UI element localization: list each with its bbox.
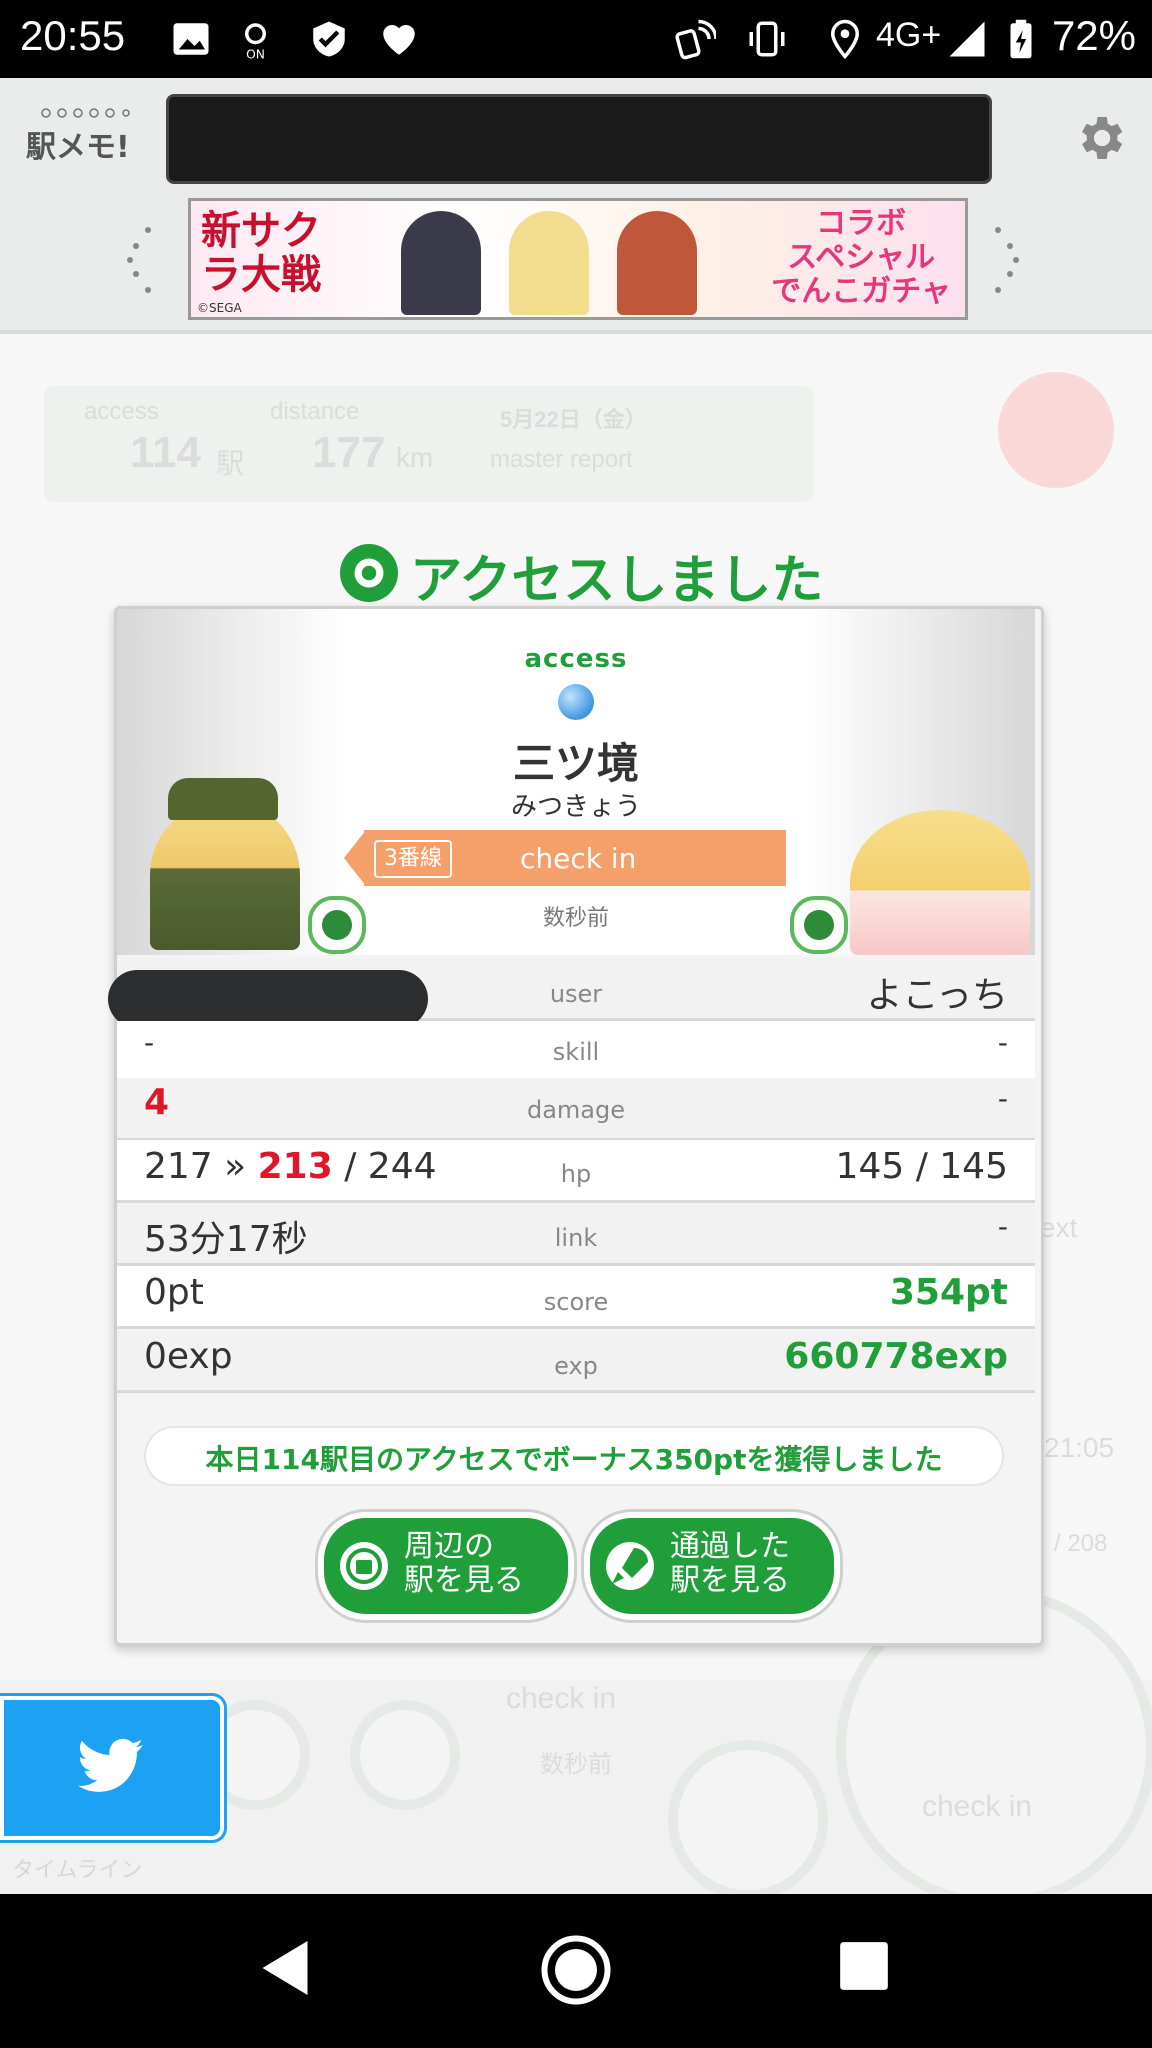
checkin-bar-arrow xyxy=(344,830,366,886)
bg-ago: 数秒前 xyxy=(540,1751,612,1778)
shield-check-icon xyxy=(313,21,345,57)
bonus-message: 本日114駅目のアクセスでボーナス350ptを獲得しました xyxy=(146,1428,1002,1484)
image-icon xyxy=(173,23,209,55)
bg-access-unit: 駅 xyxy=(216,448,245,479)
battery-percent: 72% xyxy=(1051,12,1136,59)
twitter-share-button[interactable] xyxy=(0,1696,224,1840)
row-damage-right: - xyxy=(997,1082,1008,1115)
status-time: 20:55 xyxy=(20,12,126,59)
row-skill-right: - xyxy=(997,1026,1008,1059)
bg-circle-2 xyxy=(350,1700,460,1810)
checkin-label: check in xyxy=(520,842,637,875)
bg-date: 5月22日（金） xyxy=(500,407,647,432)
recents-icon[interactable] xyxy=(838,1940,890,1992)
heart-icon xyxy=(383,24,415,55)
twitter-bird-icon xyxy=(78,1738,143,1792)
app-logo[interactable]: 駅メモ! xyxy=(26,122,130,166)
back-icon[interactable] xyxy=(258,1938,312,1998)
nearby-label: 周辺の 駅を見る xyxy=(404,1529,524,1598)
station-name: 三ツ境 xyxy=(512,739,639,788)
nfc-icon xyxy=(675,19,716,60)
system-nav-bar xyxy=(0,1894,1152,2048)
page-title: アクセスしました xyxy=(410,551,824,611)
banner-character-3 xyxy=(617,211,697,315)
nearby-icon xyxy=(340,1542,388,1590)
bg-access-value: 114 xyxy=(130,428,201,477)
bg-stats-panel: access 114 駅 distance 177 km 5月22日（金） ma… xyxy=(44,386,814,502)
location-pin-icon xyxy=(830,19,860,60)
line-tag: 3番線 xyxy=(374,840,452,878)
access-icon xyxy=(340,544,398,602)
location-on-icon: ON xyxy=(245,23,266,60)
banner-character-2 xyxy=(509,211,589,315)
row-link-right: - xyxy=(997,1210,1008,1243)
network-type: 4G+ xyxy=(876,16,942,54)
signal-icon xyxy=(949,21,985,57)
promo-banner[interactable]: 新サクラ大戦 コラボ スペシャル でんこガチャ ©SEGA xyxy=(188,198,968,320)
row-skill-label: skill xyxy=(552,1038,600,1066)
row-score-right: 354pt xyxy=(889,1272,1008,1313)
bg-circle-3 xyxy=(668,1740,828,1900)
banner-title: 新サクラ大戦 xyxy=(201,208,321,298)
row-exp-right: 660778exp xyxy=(784,1336,1008,1377)
banner-next-icon[interactable] xyxy=(988,220,1028,300)
rocket-icon xyxy=(606,1542,654,1590)
bg-distance-value: 177 xyxy=(312,428,386,477)
bg-count: / 208 xyxy=(1054,1530,1108,1557)
station-attribute-icon xyxy=(558,684,594,720)
logo-dots-icon xyxy=(41,108,130,118)
bg-distance-unit: km xyxy=(396,442,434,473)
banner-prev-icon[interactable] xyxy=(118,220,158,300)
bonus-text: 本日114駅目のアクセスでボーナス350ptを獲得しました xyxy=(205,1443,943,1476)
access-label: access xyxy=(524,644,628,674)
notification-bell-icon xyxy=(998,372,1114,488)
bg-checkin-bottom: check in xyxy=(922,1790,1033,1823)
bg-access-label: access xyxy=(84,398,159,425)
news-ticker[interactable] xyxy=(166,94,992,184)
banner-character-1 xyxy=(401,211,481,315)
station-kana: みつきょう xyxy=(510,792,641,822)
row-user-right: よこっち xyxy=(866,975,1008,1016)
bg-report: master report xyxy=(490,446,633,473)
status-bar: 20:55 ON 4G+ 72% xyxy=(0,0,1152,78)
bg-time: 21:05 xyxy=(1044,1432,1115,1463)
timeline-label: タイムライン xyxy=(12,1858,143,1883)
banner-subtitle: コラボ スペシャル でんこガチャ xyxy=(771,206,951,309)
row-damage-label: damage xyxy=(526,1096,626,1124)
home-icon[interactable] xyxy=(540,1934,612,2006)
row-hp-right: 145 / 145 xyxy=(835,1146,1008,1187)
checkin-time: 数秒前 xyxy=(542,906,609,931)
battery-icon xyxy=(1010,19,1032,59)
gear-icon[interactable] xyxy=(1072,110,1128,166)
row-link-label: link xyxy=(554,1224,598,1252)
view-nearby-stations-button[interactable]: 周辺の 駅を見る xyxy=(318,1512,574,1620)
vibrate-icon xyxy=(749,21,785,57)
bg-distance-label: distance xyxy=(270,398,360,425)
svg-text:ON: ON xyxy=(246,47,265,60)
right-character xyxy=(850,810,1030,955)
passed-label: 通過した 駅を見る xyxy=(670,1529,790,1598)
banner-copyright: ©SEGA xyxy=(197,301,242,315)
view-passed-stations-button[interactable]: 通過した 駅を見る xyxy=(584,1512,840,1620)
bg-checkin-label: check in xyxy=(506,1682,617,1715)
redacted-username xyxy=(108,970,428,1028)
